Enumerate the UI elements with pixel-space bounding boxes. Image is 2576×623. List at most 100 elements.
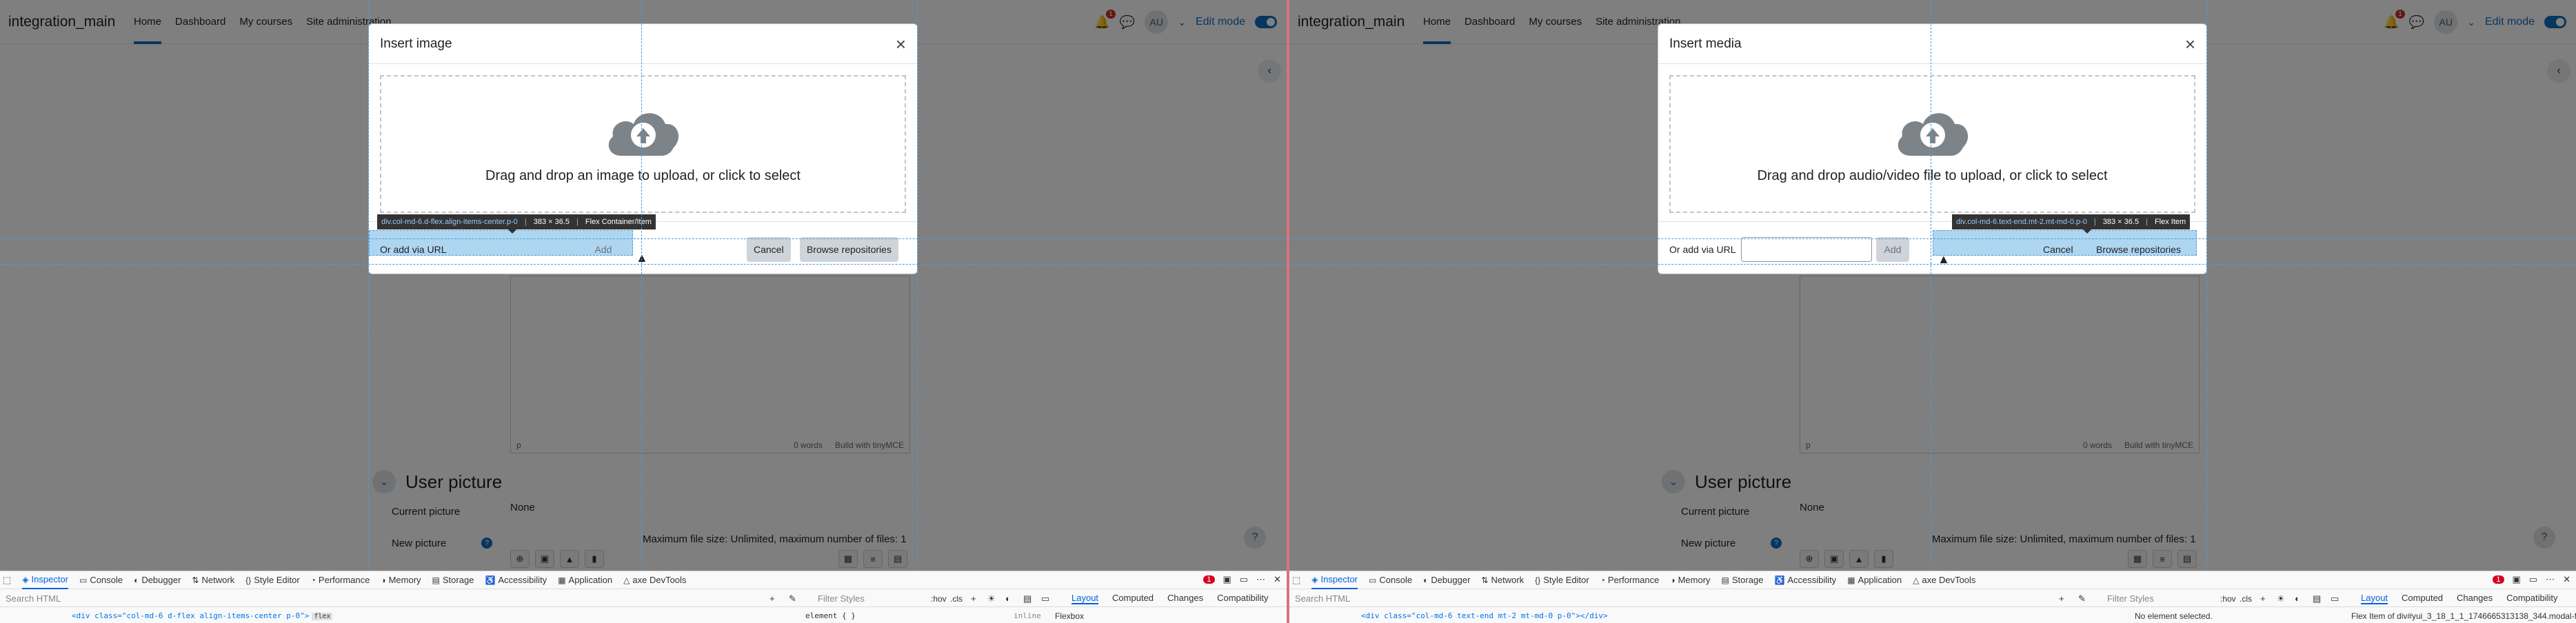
tab-network[interactable]: ⇅ Network — [1481, 575, 1524, 585]
devtools-picker-icon[interactable]: ⬚ — [1292, 575, 1300, 586]
tab-application[interactable]: ▦ Application — [1847, 575, 1902, 585]
devtools-toolbar-right: 1 ▣ ▭ ⋯ ✕ — [1203, 574, 1281, 585]
tab-performance[interactable]: ◔ Performance — [1600, 575, 1660, 585]
tab-style-editor[interactable]: {} Style Editor — [1535, 575, 1589, 585]
browse-repositories-button[interactable]: Browse repositories — [800, 237, 898, 262]
tab-application[interactable]: ▦ Application — [558, 575, 612, 585]
tab-compatibility[interactable]: Compatibility — [2506, 593, 2557, 604]
print-icon[interactable]: ▤ — [2313, 593, 2321, 604]
url-input[interactable] — [1741, 237, 1872, 262]
modal-title: Insert media — [1669, 36, 1742, 51]
hov-toggle[interactable]: :hov — [2220, 594, 2236, 604]
close-icon[interactable]: ✕ — [1274, 574, 1281, 585]
cls-toggle[interactable]: .cls — [950, 594, 963, 604]
tab-changes[interactable]: Changes — [2457, 593, 2493, 604]
tab-axe-devtools[interactable]: △ axe DevTools — [623, 575, 686, 585]
responsive-icon[interactable]: ▭ — [2529, 574, 2537, 585]
layout-flexbox-heading[interactable]: Flexbox — [1055, 611, 1084, 621]
responsive-icon[interactable]: ▭ — [1240, 574, 1248, 585]
close-icon[interactable]: × — [2185, 35, 2195, 53]
tab-inspector[interactable]: ◈ Inspector — [1311, 571, 1358, 589]
tab-layout[interactable]: Layout — [2361, 593, 2388, 604]
dropzone[interactable]: Drag and drop audio/video file to upload… — [1669, 75, 2195, 213]
search-html-input[interactable]: Search HTML — [1295, 593, 1350, 604]
modal-header: Insert media × — [1658, 24, 2206, 64]
close-icon[interactable]: ✕ — [2563, 574, 2570, 585]
tab-console[interactable]: ▭ Console — [1369, 575, 1412, 585]
error-count-badge[interactable]: 1 — [1203, 575, 1215, 584]
cls-toggle[interactable]: .cls — [2240, 594, 2252, 604]
tab-accessibility[interactable]: ♿ Accessibility — [1774, 575, 1836, 585]
eyedropper-icon[interactable]: ✎ — [789, 593, 796, 604]
dock-icon[interactable]: ▣ — [1223, 574, 1231, 585]
add-node-icon[interactable]: + — [769, 593, 775, 604]
add-button[interactable]: Add — [587, 237, 620, 262]
tab-network[interactable]: ⇅ Network — [192, 575, 234, 585]
url-label: Or add via URL — [380, 244, 447, 255]
devtools-content: <div class="col-md-6 d-flex align-items-… — [0, 609, 1287, 623]
add-rule-icon[interactable]: + — [2260, 593, 2266, 604]
more-icon[interactable]: ⋯ — [2546, 574, 2555, 585]
devtools-tabs: ⬚ ◈ Inspector ▭ Console ◐ Debugger ⇅ Network… — [0, 571, 1287, 589]
light-mode-icon[interactable]: ☀ — [987, 593, 996, 604]
tab-memory[interactable]: ◑ Memory — [381, 575, 421, 585]
guide-line — [368, 0, 369, 571]
browse-repositories-button[interactable]: Browse repositories — [2089, 237, 2188, 262]
add-button[interactable]: Add — [1876, 237, 1909, 262]
tab-console[interactable]: ▭ Console — [79, 575, 123, 585]
devtools-tooltip: div.col-md-6.text-end.mt-2.mt-md-0.p-0 |… — [1952, 214, 2191, 234]
tooltip-size: 383 × 36.5 — [533, 218, 570, 226]
tab-computed[interactable]: Computed — [1112, 593, 1154, 604]
cancel-button[interactable]: Cancel — [2036, 237, 2080, 262]
error-count-badge[interactable]: 1 — [2493, 575, 2504, 584]
tab-debugger[interactable]: ◐ Debugger — [134, 575, 181, 585]
more-icon[interactable]: ⋯ — [1256, 574, 1265, 585]
tab-axe-devtools[interactable]: △ axe DevTools — [1913, 575, 1975, 585]
add-node-icon[interactable]: + — [2059, 593, 2064, 604]
tab-performance[interactable]: ◔ Performance — [311, 575, 370, 585]
devtools-tabs: ⬚ ◈ Inspector ▭ Console ◐ Debugger ⇅ Network… — [1289, 571, 2576, 589]
dropzone-text: Drag and drop an image to upload, or cli… — [485, 167, 801, 183]
tab-style-editor[interactable]: {} Style Editor — [245, 575, 300, 585]
dropzone[interactable]: Drag and drop an image to upload, or cli… — [380, 75, 906, 213]
eyedropper-icon[interactable]: ✎ — [2078, 593, 2086, 604]
tab-storage[interactable]: ▤ Storage — [432, 575, 474, 585]
dock-icon[interactable]: ▣ — [2513, 574, 2521, 585]
url-input[interactable] — [452, 237, 583, 262]
html-node[interactable]: <div class="col-md-6 text-end mt-2 mt-md… — [1361, 611, 1608, 620]
flex-item-info[interactable]: Flex Item of div#yui_3_18_1_1_1746665313… — [2351, 611, 2576, 621]
tab-memory[interactable]: ◑ Memory — [1670, 575, 1710, 585]
add-rule-icon[interactable]: + — [971, 593, 976, 604]
light-mode-icon[interactable]: ☀ — [2277, 593, 2285, 604]
tab-accessibility[interactable]: ♿ Accessibility — [485, 575, 547, 585]
tab-storage[interactable]: ▤ Storage — [1722, 575, 1764, 585]
devtools-picker-icon[interactable]: ⬚ — [3, 575, 11, 586]
no-element-selected: No element selected. — [2135, 611, 2213, 621]
devtools-panel: ⬚ ◈ Inspector ▭ Console ◐ Debugger ⇅ Network… — [0, 571, 1287, 623]
tab-debugger[interactable]: ◐ Debugger — [1423, 575, 1470, 585]
tab-changes[interactable]: Changes — [1167, 593, 1203, 604]
flex-badge[interactable]: flex — [312, 613, 333, 620]
tab-computed[interactable]: Computed — [2402, 593, 2443, 604]
left-browser-pane: integration_main Home Dashboard My cours… — [0, 0, 1287, 623]
filter-styles-input[interactable]: Filter Styles — [818, 593, 865, 604]
tooltip-size: 383 × 36.5 — [2102, 218, 2140, 226]
search-html-input[interactable]: Search HTML — [6, 593, 61, 604]
tab-compatibility[interactable]: Compatibility — [1217, 593, 1268, 604]
sidebar-icon[interactable]: ▭ — [1041, 593, 1049, 604]
filter-styles-input[interactable]: Filter Styles — [2107, 593, 2154, 604]
tab-inspector[interactable]: ◈ Inspector — [22, 571, 69, 589]
cancel-button[interactable]: Cancel — [747, 237, 791, 262]
tab-layout[interactable]: Layout — [1071, 593, 1099, 604]
tooltip-selector: div.col-md-6.d-flex.align-items-center.p… — [381, 218, 518, 226]
print-icon[interactable]: ▤ — [1023, 593, 1032, 604]
sidebar-icon[interactable]: ▭ — [2331, 593, 2339, 604]
devtools-tooltip: div.col-md-6.d-flex.align-items-center.p… — [377, 214, 656, 234]
close-icon[interactable]: × — [896, 35, 906, 53]
hov-toggle[interactable]: :hov — [931, 594, 947, 604]
guide-line — [917, 0, 918, 571]
element-rule[interactable]: element { } — [805, 611, 856, 620]
dark-mode-icon[interactable]: ◐ — [1005, 593, 1011, 604]
dark-mode-icon[interactable]: ◐ — [2295, 593, 2300, 604]
html-node[interactable]: <div class="col-md-6 d-flex align-items-… — [72, 611, 333, 620]
